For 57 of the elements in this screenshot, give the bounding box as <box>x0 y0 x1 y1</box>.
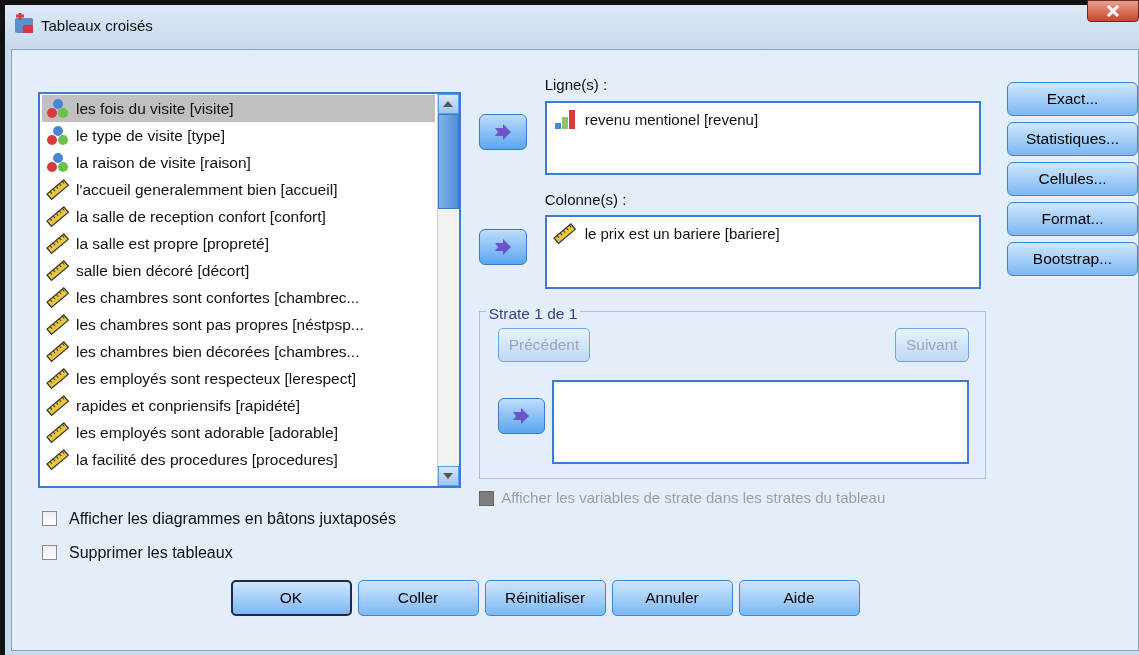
checkbox-label: Supprimer les tableaux <box>69 542 233 563</box>
move-button[interactable] <box>497 398 545 434</box>
dialog-button[interactable]: Coller <box>357 579 479 616</box>
layer-list[interactable] <box>552 380 969 464</box>
dialog-button[interactable]: Cellules... <box>1007 162 1138 196</box>
scroll-thumb[interactable] <box>437 114 459 209</box>
scrollbar[interactable] <box>436 94 459 486</box>
variable-item[interactable]: les chambres sont confortes [chambrec... <box>42 284 435 311</box>
dialog-button[interactable]: Bootstrap... <box>1007 242 1138 276</box>
arrow-icon <box>512 408 531 424</box>
target-list[interactable]: revenu mentionel [revenu] <box>544 100 981 175</box>
window-title: Tableaux croisés <box>41 16 153 36</box>
dialog-button[interactable]: Statistiques... <box>1007 122 1138 156</box>
dialog-button[interactable]: Annuler <box>611 579 733 616</box>
variable-item[interactable]: la raison de visite [raison] <box>42 149 435 176</box>
variable-item[interactable]: rapides et conpriensifs [rapidété] <box>42 392 435 419</box>
checkbox-label: Afficher les variables de strate dans les strates du tableau <box>501 488 886 508</box>
dialog-button[interactable]: Réinitialiser <box>484 579 606 616</box>
circles-icon <box>46 97 70 120</box>
dialog-button[interactable]: Exact... <box>1007 82 1138 116</box>
list-item[interactable]: revenu mentionel [revenu] <box>552 108 973 131</box>
variable-item[interactable]: les fois du visite [visite] <box>42 95 435 122</box>
list-item[interactable]: le prix est un bariere [bariere] <box>552 223 973 246</box>
move-button[interactable] <box>478 114 527 150</box>
down-arrow-icon <box>443 473 454 479</box>
circles-icon <box>46 124 70 147</box>
field-label: Colonne(s) : <box>544 189 628 210</box>
dialog-button[interactable]: Aide <box>738 579 860 616</box>
dialog-button[interactable]: OK <box>230 579 352 616</box>
variable-item[interactable]: les chambres sont pas propres [néstpsp... <box>42 311 435 338</box>
variable-item[interactable]: la salle de reception confort [confort] <box>42 203 435 230</box>
arrow-icon <box>493 124 512 140</box>
arrow-icon <box>493 238 512 255</box>
variable-item[interactable]: la salle est propre [propreté] <box>42 230 435 257</box>
variable-item[interactable]: les employés sont adorable [adorable] <box>42 419 435 446</box>
variable-item[interactable]: les chambres bien décorées [chambres... <box>42 338 435 365</box>
variable-item[interactable]: les employés sont respecteux [lerespect] <box>42 365 435 392</box>
circles-icon <box>46 151 70 174</box>
scroll-down-button[interactable] <box>437 466 459 486</box>
variable-item[interactable]: salle bien décoré [décort] <box>42 257 435 284</box>
bar-chart-icon <box>552 108 577 131</box>
move-button[interactable] <box>478 228 527 265</box>
checkbox[interactable] <box>42 511 57 526</box>
close-icon <box>1106 5 1120 17</box>
dialog-button[interactable]: Format... <box>1007 202 1138 236</box>
checkbox[interactable] <box>42 545 57 560</box>
field-label: Ligne(s) : <box>544 75 609 95</box>
variable-item[interactable]: l'accueil generalemment bien [accueil] <box>42 176 435 203</box>
crosstab-icon <box>13 13 35 35</box>
up-arrow-icon <box>443 101 454 107</box>
scroll-up-button[interactable] <box>437 94 459 114</box>
checkbox-label: Afficher les diagrammes en bâtons juxtaposés <box>69 508 396 529</box>
target-list[interactable]: le prix est un bariere [bariere] <box>544 215 981 289</box>
close-button[interactable] <box>1087 0 1139 22</box>
variable-list[interactable] <box>38 92 461 488</box>
variable-item[interactable]: le type de visite [type] <box>42 122 435 149</box>
variable-item[interactable]: la facilité des procedures [procedures] <box>42 446 435 473</box>
